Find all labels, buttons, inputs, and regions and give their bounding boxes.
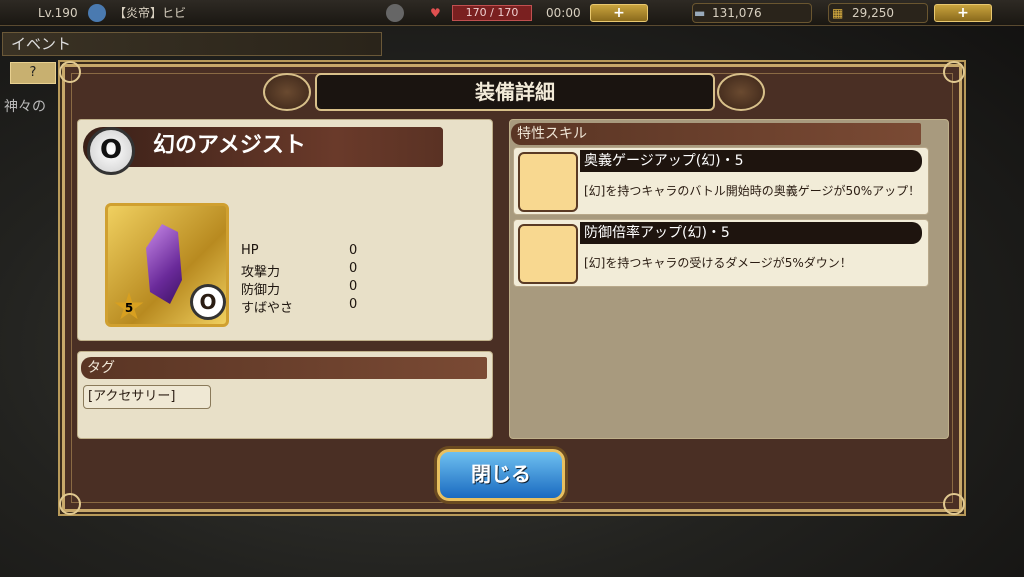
stat-label: HP: [241, 243, 259, 258]
skill-header: 特性スキル: [511, 123, 921, 145]
stat-value: 0: [349, 297, 358, 312]
rarity-star: 5: [114, 292, 144, 320]
corner-ornament: [943, 493, 965, 515]
amethyst-icon: [146, 224, 182, 304]
equipment-detail-modal: 装備詳細 幻のアメジスト O 5 O HP 0 攻撃力 0 防御力 0 すばやさ…: [59, 61, 965, 515]
player-level: Lv.190: [38, 6, 78, 20]
ring-type-icon: O: [190, 284, 226, 320]
event-subtitle: 神々の: [4, 99, 46, 115]
title-ornament-right: [717, 73, 765, 111]
tag-header: タグ: [81, 357, 487, 379]
shield-icon: [518, 224, 578, 284]
stamina-bar: 170 / 170: [452, 5, 532, 21]
stamina-plus-button[interactable]: +: [590, 4, 648, 22]
gold-plus-button[interactable]: +: [934, 4, 992, 22]
skill-description: [幻]を持つキャラのバトル開始時の奥義ゲージが50%アップ！: [584, 184, 921, 198]
item-name: 幻のアメジスト: [83, 127, 443, 167]
coin-icon: ▦: [832, 6, 844, 20]
stat-label: 攻撃力: [241, 265, 281, 280]
stat-value: 0: [349, 243, 358, 258]
corner-ornament: [943, 61, 965, 83]
ring-type-icon: O: [87, 127, 135, 175]
close-button[interactable]: 閉じる: [437, 449, 565, 501]
item-card[interactable]: 5 O: [105, 203, 229, 327]
status-bar: Lv.190 【炎帝】ヒビ ♥ 170 / 170 00:00 + ▬ 131,…: [0, 0, 1024, 26]
globe-icon: [88, 4, 106, 22]
help-button[interactable]: ?: [10, 62, 56, 84]
skill-item[interactable]: 防御倍率アップ(幻)・5 [幻]を持つキャラの受けるダメージが5%ダウン！: [513, 219, 929, 287]
corner-ornament: [59, 61, 81, 83]
skill-description: [幻]を持つキャラの受けるダメージが5%ダウン！: [584, 256, 852, 270]
stat-label: すばやさ: [241, 301, 294, 316]
title-ornament-left: [263, 73, 311, 111]
player-name: 【炎帝】ヒビ: [114, 6, 187, 20]
heart-icon: ♥: [430, 6, 441, 20]
tag-chip[interactable]: [アクセサリー]: [83, 385, 211, 409]
modal-title: 装備詳細: [315, 73, 715, 111]
event-banner[interactable]: イベント: [2, 32, 382, 56]
skill-item[interactable]: 奥義ゲージアップ(幻)・5 [幻]を持つキャラのバトル開始時の奥義ゲージが50%…: [513, 147, 929, 215]
skill-name: 防御倍率アップ(幻)・5: [580, 222, 922, 244]
skill-name: 奥義ゲージアップ(幻)・5: [580, 150, 922, 172]
stamina-timer: 00:00: [546, 6, 581, 20]
stat-value: 0: [349, 261, 358, 276]
gem-icon: ▬: [694, 6, 706, 20]
gold-count: 29,250: [852, 6, 894, 20]
gauge-up-icon: [518, 152, 578, 212]
corner-ornament: [59, 493, 81, 515]
gem-count: 131,076: [712, 6, 762, 20]
stat-label: 防御力: [241, 283, 281, 298]
stat-value: 0: [349, 279, 358, 294]
info-icon[interactable]: [386, 4, 404, 22]
